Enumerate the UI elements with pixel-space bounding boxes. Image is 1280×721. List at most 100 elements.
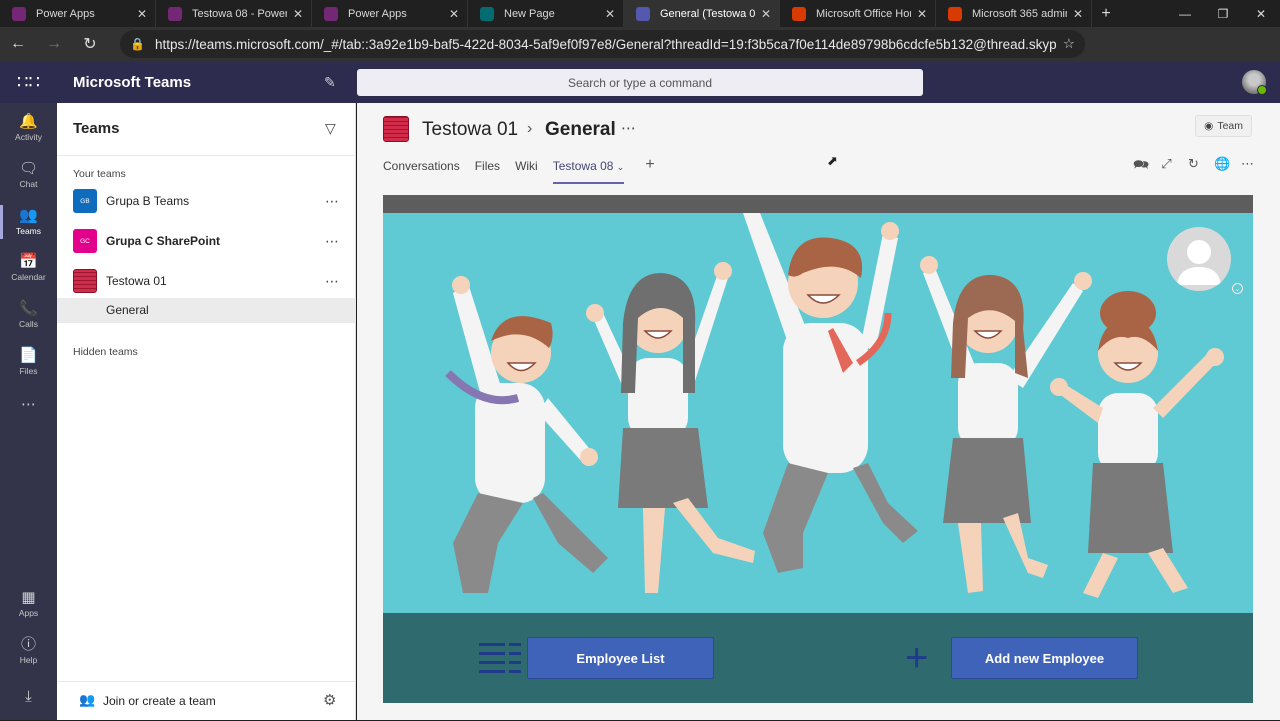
app-name: Microsoft Teams (73, 73, 192, 91)
more-options-icon[interactable]: ⋯ (325, 273, 340, 290)
chat-icon: 🗨 (18, 160, 39, 177)
globe-icon[interactable]: 🌐 (1214, 156, 1230, 178)
browser-tab[interactable]: Microsoft Office Home ✕ (780, 0, 936, 27)
browser-tab-title: General (Testowa 01) | Microsoft Teams (660, 7, 755, 20)
join-create-team-link[interactable]: Join or create a team (103, 694, 216, 708)
tab-files[interactable]: Files (475, 159, 500, 181)
close-tab-icon[interactable]: ✕ (137, 7, 147, 21)
rail-apps[interactable]: ▦ Apps (0, 581, 57, 627)
close-tab-icon[interactable]: ✕ (761, 7, 771, 21)
rail-help[interactable]: ⓘ Help (0, 628, 57, 674)
favorite-star-icon[interactable]: ☆ (1063, 36, 1075, 52)
command-search-input[interactable]: Search or type a command (357, 69, 923, 96)
expand-icon[interactable]: ⤢ (1160, 156, 1173, 178)
reload-icon[interactable]: ↻ (1187, 156, 1200, 178)
channel-tabs: Conversations Files Wiki Testowa 08 ⌄ + (383, 156, 655, 184)
power-apps-icon (324, 6, 338, 21)
rail-chat[interactable]: 🗨 Chat (0, 152, 57, 198)
browser-tab[interactable]: General (Testowa 01) | Microsoft Teams ✕ (624, 0, 780, 27)
close-window-icon[interactable]: ✕ (1242, 0, 1280, 27)
more-options-icon[interactable]: ⋯ (325, 193, 340, 210)
url-field[interactable]: 🔒 https://teams.microsoft.com/_#/tab::3a… (120, 30, 1085, 58)
plus-icon[interactable]: + (905, 638, 928, 678)
panel-divider (57, 155, 356, 156)
conversation-icon[interactable]: 🗪 (1133, 156, 1149, 178)
add-new-employee-button[interactable]: Add new Employee (951, 637, 1138, 679)
rail-calls[interactable]: 📞 Calls (0, 292, 57, 338)
browser-tab[interactable]: Power Apps ✕ (312, 0, 468, 27)
rail-calendar[interactable]: 📅 Calendar (0, 245, 57, 291)
browser-tab[interactable]: Testowa 08 - Power Apps ✕ (156, 0, 312, 27)
teams-panel: Teams ▽ Your teams GB Grupa B Teams ⋯ GC… (57, 103, 356, 720)
tab-conversations[interactable]: Conversations (383, 159, 460, 181)
user-avatar[interactable] (1242, 70, 1267, 95)
minimize-icon[interactable]: — (1166, 0, 1204, 27)
browser-tab-title: Power Apps (348, 7, 407, 20)
channel-row-general[interactable]: General (57, 298, 356, 323)
browser-tab-title: Testowa 08 - Power Apps (192, 7, 287, 20)
download-icon: ⤓ (25, 688, 32, 705)
phone-icon: 📞 (19, 300, 38, 317)
gear-icon[interactable]: ⚙ (323, 691, 336, 709)
breadcrumb-team[interactable]: Testowa 01 (422, 119, 518, 141)
browser-tab[interactable]: Power Apps ✕ (0, 0, 156, 27)
new-chat-icon[interactable]: ✎ (324, 74, 336, 91)
hidden-teams-label[interactable]: Hidden teams (73, 346, 138, 358)
tab-label: Testowa 08 (552, 159, 614, 173)
your-teams-label: Your teams (73, 168, 126, 180)
browser-tab-title: Microsoft Office Home (816, 7, 911, 20)
team-row-grupa-c[interactable]: GC Grupa C SharePoint ⋯ (57, 221, 356, 261)
more-options-icon[interactable]: ⋯ (325, 233, 340, 250)
team-row-grupa-b[interactable]: GB Grupa B Teams ⋯ (57, 181, 356, 221)
rail-label: Files (19, 366, 38, 376)
refresh-icon[interactable]: ↻ (72, 27, 108, 61)
tab-wiki[interactable]: Wiki (515, 159, 538, 181)
forward-icon[interactable]: → (36, 27, 72, 61)
team-name: Testowa 01 (106, 274, 167, 288)
rail-label: Activity (15, 132, 42, 142)
more-icon[interactable]: ⋯ (1241, 156, 1254, 178)
browser-tab[interactable]: New Page ✕ (468, 0, 624, 27)
app-launcher-icon[interactable]: ∷∷ (0, 61, 57, 103)
close-tab-icon[interactable]: ✕ (1073, 7, 1083, 21)
team-row-testowa-01[interactable]: Testowa 01 ⋯ (57, 261, 356, 301)
rail-teams[interactable]: 👥 Teams (0, 199, 57, 245)
browser-tab-strip: Power Apps✕Testowa 08 - Power Apps✕Power… (0, 0, 1280, 27)
window-controls: — ❐ ✕ (1166, 0, 1280, 27)
employee-list-button[interactable]: Employee List (527, 637, 714, 679)
back-icon[interactable]: ← (0, 27, 36, 61)
rail-activity[interactable]: 🔔 Activity (0, 105, 57, 151)
restore-icon[interactable]: ❐ (1204, 0, 1242, 27)
filter-icon[interactable]: ▽ (325, 120, 336, 137)
power-apps-icon (168, 6, 182, 21)
list-icon[interactable] (479, 643, 521, 673)
team-avatar (73, 269, 97, 293)
join-team-icon[interactable]: 👥 (79, 692, 95, 708)
new-tab-icon[interactable]: + (1092, 0, 1120, 27)
rail-more[interactable]: ⋯ (0, 383, 57, 429)
channel-more-icon[interactable]: ⋯ (621, 119, 636, 137)
tab-testowa-08[interactable]: Testowa 08 ⌄ (552, 159, 624, 184)
teams-icon: 👥 (19, 207, 38, 224)
employee-photo-placeholder[interactable] (1167, 227, 1231, 291)
chevron-down-icon[interactable]: ⌄ (1232, 283, 1243, 294)
team-name: Grupa B Teams (106, 194, 190, 208)
chevron-right-icon: › (527, 120, 533, 137)
rail-download[interactable]: ⤓ (0, 675, 57, 721)
add-tab-icon[interactable]: + (645, 156, 654, 181)
browser-tab[interactable]: Microsoft 365 admin center ✕ (936, 0, 1092, 27)
team-avatar: GC (73, 229, 97, 253)
lock-icon: 🔒 (130, 37, 145, 51)
jumping-employees-illustration (445, 213, 1224, 598)
rail-label: Teams (15, 226, 42, 236)
office-icon (948, 6, 962, 21)
team-pill[interactable]: ◉ Team (1195, 115, 1252, 137)
close-tab-icon[interactable]: ✕ (449, 7, 459, 21)
close-tab-icon[interactable]: ✕ (917, 7, 927, 21)
rail-files[interactable]: 📄 Files (0, 339, 57, 385)
close-tab-icon[interactable]: ✕ (605, 7, 615, 21)
browser-tab-title: New Page (504, 7, 555, 20)
rail-label: Chat (19, 179, 38, 189)
url-text: https://teams.microsoft.com/_#/tab::3a92… (154, 36, 1057, 52)
close-tab-icon[interactable]: ✕ (293, 7, 303, 21)
